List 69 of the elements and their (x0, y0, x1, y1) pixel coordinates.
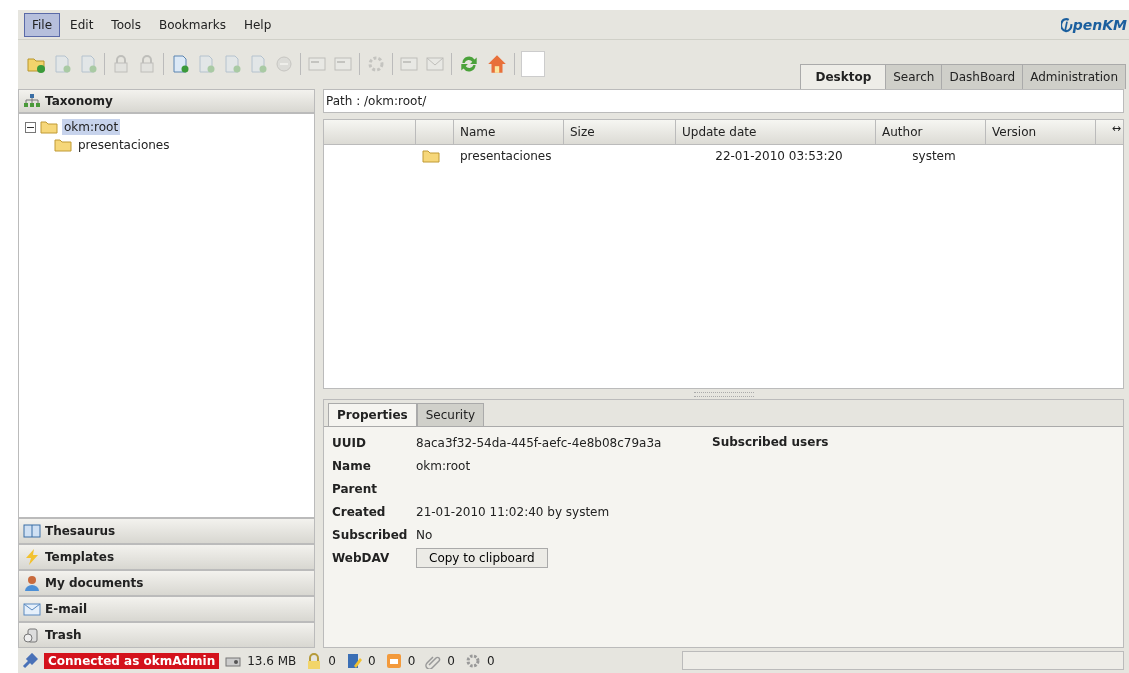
panel-header[interactable]: My documents (18, 570, 315, 596)
envelope-icon (23, 601, 41, 617)
table-cell-text: 22-01-2010 03:53:20 (714, 149, 844, 163)
column-header[interactable]: Size (564, 120, 676, 144)
logo-text: penKM (1072, 16, 1127, 33)
panel-header[interactable]: Templates (18, 544, 315, 570)
home-icon[interactable] (486, 53, 508, 75)
blank-toolbar-button[interactable] (521, 51, 545, 77)
splitter-handle[interactable] (693, 391, 754, 397)
tab[interactable]: Administration (1022, 64, 1126, 89)
panel-header[interactable]: Trash (18, 622, 315, 648)
property-value: 8aca3f32-54da-445f-aefc-4e8b08c79a3a (416, 435, 662, 450)
connection-status: Connected as okmAdmin (44, 652, 220, 669)
panel-header[interactable]: Thesaurus (18, 518, 315, 544)
lightning-icon (23, 549, 41, 565)
menu-item[interactable]: File (24, 12, 61, 37)
folder-icon (422, 149, 440, 163)
column-header[interactable]: Author (876, 120, 986, 144)
counter: 0 (447, 653, 455, 668)
counter: 0 (328, 653, 336, 668)
tab[interactable]: Security (416, 403, 484, 426)
path-field: Path : /okm:root/ (323, 89, 1124, 113)
panel-header[interactable]: E-mail (18, 596, 315, 622)
tab[interactable]: Desktop (800, 64, 887, 89)
table-cell-text: system (911, 149, 957, 163)
collapse-icon[interactable] (25, 121, 36, 133)
property-label: Parent (332, 480, 378, 498)
property-label: Created (332, 503, 387, 521)
property-value: 21-01-2010 11:02:40 by system (416, 504, 610, 519)
trash-icon (23, 627, 41, 643)
edit-document-icon (346, 652, 362, 669)
person-icon (23, 575, 41, 591)
mail-icon (385, 652, 402, 669)
gear-icon (464, 652, 481, 669)
section-title: Subscribed users (712, 434, 829, 451)
property-label: Name (332, 457, 372, 475)
copy-button[interactable]: Copy to clipboard (416, 548, 548, 568)
column-header[interactable]: Name (454, 120, 564, 144)
property-value: okm:root (416, 458, 471, 473)
tab[interactable]: Search (885, 64, 943, 89)
hierarchy-icon (23, 93, 41, 109)
property-label: UUID (332, 434, 367, 452)
menu-item[interactable]: Edit (62, 12, 102, 37)
storage-size: 13.6 MB (247, 653, 297, 668)
tab[interactable]: Properties (328, 403, 417, 426)
property-label: Subscribed (332, 526, 409, 544)
logo-icon (1060, 16, 1073, 33)
tab[interactable]: DashBoard (941, 64, 1024, 89)
counter: 0 (368, 653, 376, 668)
menu-item[interactable]: Tools (103, 12, 149, 37)
plug-icon (22, 652, 38, 669)
table-cell-text: presentaciones (459, 149, 553, 163)
property-value: No (416, 527, 433, 542)
lock-icon (306, 652, 323, 669)
menu-item[interactable]: Bookmarks (150, 12, 234, 37)
counter: 0 (486, 653, 495, 668)
tree-item[interactable]: presentaciones (76, 137, 172, 153)
column-header[interactable]: Update date (676, 120, 876, 144)
folder-icon (54, 138, 72, 152)
column-header[interactable]: Version (986, 120, 1096, 144)
panel-header[interactable]: Taxonomy (18, 89, 315, 113)
book-icon (23, 523, 41, 539)
resize-columns-icon[interactable]: ↔ (1111, 122, 1121, 135)
document-icon[interactable] (170, 54, 190, 74)
tree-item[interactable]: okm:root (62, 119, 121, 135)
menu-item[interactable]: Help (235, 12, 280, 37)
folder-icon (40, 120, 58, 134)
counter: 0 (407, 653, 416, 668)
property-label: WebDAV (332, 550, 391, 567)
